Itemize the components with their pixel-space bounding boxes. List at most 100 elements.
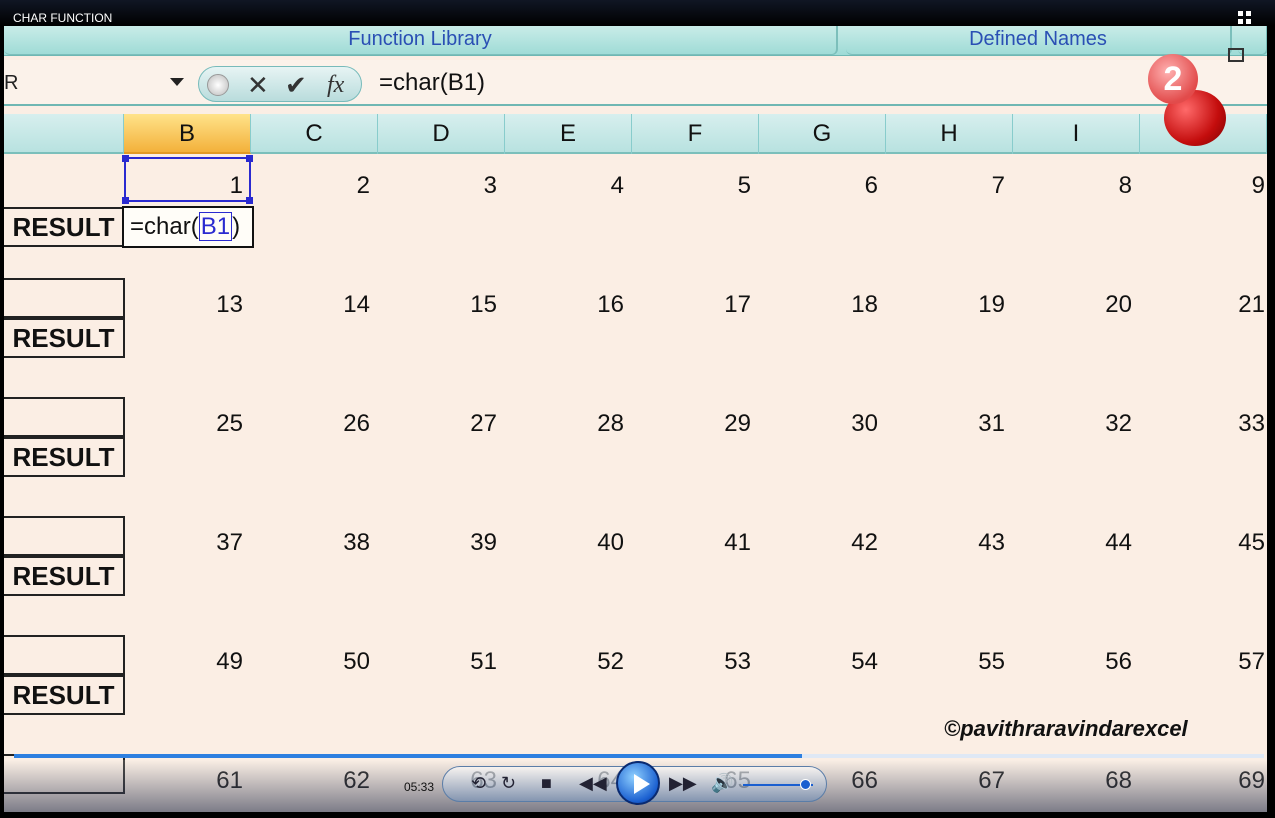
elapsed-time: 05:33 — [404, 780, 435, 794]
control-pill: ⟲ ↻ ■ ◀◀ ▶▶ 🔊 — [442, 761, 827, 805]
column-header-i[interactable]: I — [1013, 114, 1140, 154]
selection-handle[interactable] — [246, 155, 253, 162]
cell-value[interactable]: 6 — [818, 172, 878, 200]
empty-label-cell[interactable] — [4, 278, 125, 318]
cell-value[interactable]: 39 — [437, 529, 497, 557]
column-header-d[interactable]: D — [378, 114, 505, 154]
result-label[interactable]: RESULT — [4, 207, 125, 247]
result-label[interactable]: RESULT — [4, 437, 125, 477]
cell-in-edit-mode[interactable]: =char(B1) — [122, 206, 254, 248]
grip-icon — [207, 74, 229, 96]
selection-handle[interactable] — [246, 197, 253, 204]
result-label[interactable]: RESULT — [4, 556, 125, 596]
cell-value[interactable]: 51 — [437, 648, 497, 676]
column-header-h[interactable]: H — [886, 114, 1013, 154]
play-button[interactable] — [616, 761, 660, 805]
ribbon-group-defined-names: Defined Names — [846, 26, 1232, 55]
cell-value[interactable]: 27 — [437, 410, 497, 438]
result-label[interactable]: RESULT — [4, 675, 125, 715]
volume-knob[interactable] — [800, 779, 811, 790]
window-title: CHAR FUNCTION — [13, 11, 113, 25]
cell-value[interactable]: 52 — [564, 648, 624, 676]
cell-value[interactable]: 15 — [437, 291, 497, 319]
formula-input[interactable]: =char(B1) — [379, 66, 485, 100]
cell-value[interactable]: 50 — [310, 648, 370, 676]
fast-forward-icon[interactable]: ▶▶ — [669, 773, 697, 794]
cell-value[interactable]: 7 — [945, 172, 1005, 200]
cell-value[interactable]: 21 — [1205, 291, 1265, 319]
edit-cell-reference: B1 — [198, 212, 233, 241]
video-player-window: CHAR FUNCTION Function Library Defined N… — [0, 0, 1275, 818]
column-header-a[interactable] — [4, 114, 124, 154]
selection-handle[interactable] — [122, 155, 129, 162]
cell-value[interactable]: 2 — [310, 172, 370, 200]
column-header-g[interactable]: G — [759, 114, 886, 154]
pushpin-icon: 2 — [1144, 54, 1234, 149]
rewind-icon[interactable]: ◀◀ — [579, 773, 607, 794]
column-headers: BCDEFGHIJ — [4, 114, 1267, 154]
cell-value[interactable]: 19 — [945, 291, 1005, 319]
cell-value[interactable]: 18 — [818, 291, 878, 319]
cell-value[interactable]: 44 — [1072, 529, 1132, 557]
cell-value[interactable]: 40 — [564, 529, 624, 557]
cell-value[interactable]: 13 — [183, 291, 243, 319]
cell-value[interactable]: 14 — [310, 291, 370, 319]
cell-value[interactable]: 20 — [1072, 291, 1132, 319]
stop-icon[interactable]: ■ — [541, 773, 552, 794]
player-controls: 05:33 ⟲ ↻ ■ ◀◀ ▶▶ 🔊 — [4, 760, 1267, 812]
column-header-f[interactable]: F — [632, 114, 759, 154]
column-header-b[interactable]: B — [124, 114, 251, 154]
cell-value[interactable]: 56 — [1072, 648, 1132, 676]
cell-value[interactable]: 32 — [1072, 410, 1132, 438]
insert-function-icon[interactable]: fx — [327, 70, 344, 100]
watermark: ©pavithraravindarexcel — [944, 716, 1188, 741]
repeat-icon[interactable]: ↻ — [501, 773, 516, 794]
cell-value[interactable]: 37 — [183, 529, 243, 557]
empty-label-cell[interactable] — [4, 397, 125, 437]
cell-value[interactable]: 26 — [310, 410, 370, 438]
cell-value[interactable]: 16 — [564, 291, 624, 319]
enter-icon[interactable]: ✔ — [285, 70, 307, 100]
cell-value[interactable]: 41 — [691, 529, 751, 557]
cell-value[interactable]: 49 — [183, 648, 243, 676]
cell-value[interactable]: 5 — [691, 172, 751, 200]
cell-value[interactable]: 42 — [818, 529, 878, 557]
cell-value[interactable]: 29 — [691, 410, 751, 438]
cell-value[interactable]: 9 — [1205, 172, 1265, 200]
chevron-down-icon[interactable] — [170, 78, 184, 86]
column-header-e[interactable]: E — [505, 114, 632, 154]
cell-value[interactable]: 3 — [437, 172, 497, 200]
title-bar: CHAR FUNCTION — [0, 0, 1275, 26]
cell-value[interactable]: 33 — [1205, 410, 1265, 438]
cell-value[interactable]: 55 — [945, 648, 1005, 676]
cell-value[interactable]: 54 — [818, 648, 878, 676]
cell-value[interactable]: 25 — [183, 410, 243, 438]
cell-value[interactable]: 30 — [818, 410, 878, 438]
cell-value[interactable]: 57 — [1205, 648, 1265, 676]
cell-value[interactable]: 43 — [945, 529, 1005, 557]
result-label[interactable]: RESULT — [4, 318, 125, 358]
seek-bar[interactable] — [14, 754, 1264, 758]
edit-prefix: =char( — [130, 213, 199, 240]
cell-value[interactable]: 53 — [691, 648, 751, 676]
grid-view-icon[interactable] — [1238, 11, 1254, 25]
empty-label-cell[interactable] — [4, 635, 125, 675]
pin-badge: 2 — [1148, 54, 1198, 104]
cell-value[interactable]: 28 — [564, 410, 624, 438]
cell-value[interactable]: 8 — [1072, 172, 1132, 200]
video-frame: Function Library Defined Names R ✕ ✔ fx … — [4, 26, 1267, 812]
empty-label-cell[interactable] — [4, 516, 125, 556]
cell-value[interactable]: 17 — [691, 291, 751, 319]
cell-value[interactable]: 31 — [945, 410, 1005, 438]
cell-value[interactable]: 45 — [1205, 529, 1265, 557]
cell-value[interactable]: 38 — [310, 529, 370, 557]
selection-handle[interactable] — [122, 197, 129, 204]
volume-icon[interactable]: 🔊 — [711, 773, 733, 794]
cancel-icon[interactable]: ✕ — [247, 70, 269, 100]
column-header-c[interactable]: C — [251, 114, 378, 154]
selected-cell-b1[interactable] — [122, 155, 253, 204]
name-box[interactable]: R — [4, 66, 194, 100]
cell-value[interactable]: 4 — [564, 172, 624, 200]
shuffle-icon[interactable]: ⟲ — [471, 773, 486, 794]
fullscreen-icon[interactable] — [1228, 48, 1244, 62]
